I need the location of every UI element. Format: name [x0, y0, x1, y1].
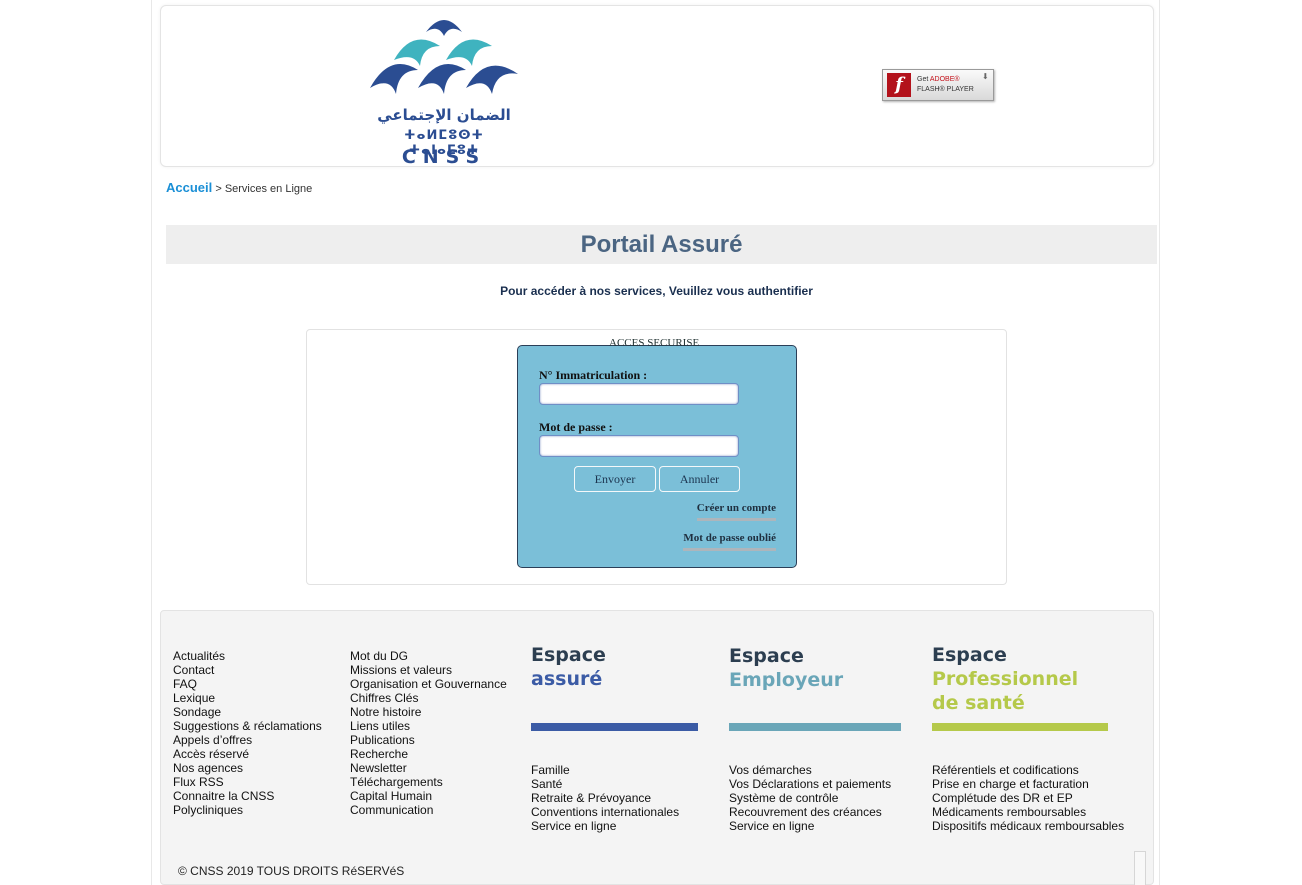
copyright-text: © CNSS 2019 TOUS DROITS RéSERVéS — [178, 864, 405, 878]
flash-icon: f — [887, 73, 911, 97]
password-input[interactable] — [539, 435, 739, 457]
espace-assure-bar — [531, 723, 698, 731]
footer-link[interactable]: Actualités — [173, 649, 322, 663]
footer-link[interactable]: Recherche — [350, 747, 507, 761]
footer-link[interactable]: Chiffres Clés — [350, 691, 507, 705]
footer-link[interactable]: Missions et valeurs — [350, 663, 507, 677]
espace-assure-line1: Espace — [531, 644, 606, 666]
scroll-handle[interactable] — [1134, 851, 1146, 885]
site-header: الضمان الإجتماعي ⵜⴰⵍⵎⵓⵙⵜ ⵜⴰⵏⴰⵎⵓⵜ CNSS f … — [160, 5, 1154, 168]
espace-sante-link[interactable]: Complétude des DR et EP — [932, 791, 1124, 805]
espace-sante-line1: Espace — [932, 644, 1007, 666]
espace-sante-heading[interactable]: Espace Professionnel de santé — [932, 643, 1078, 715]
create-account-link[interactable]: Créer un compte — [696, 502, 776, 521]
footer-link[interactable]: Mot du DG — [350, 649, 507, 663]
footer-link[interactable]: Notre histoire — [350, 705, 507, 719]
flash-get-text: Get — [917, 76, 929, 83]
footer-link[interactable]: Publications — [350, 733, 507, 747]
download-arrow-icon: ⬇ — [982, 72, 989, 81]
page-container: الضمان الإجتماعي ⵜⴰⵍⵎⵓⵙⵜ ⵜⴰⵏⴰⵎⵓⵜ CNSS f … — [151, 0, 1160, 885]
footer-link[interactable]: Organisation et Gouvernance — [350, 677, 507, 691]
breadcrumb-home-link[interactable]: Accueil — [166, 180, 212, 195]
logo-arabic-text: الضمان الإجتماعي — [377, 106, 511, 124]
espace-assure-link[interactable]: Service en ligne — [531, 819, 679, 833]
login-form: ACCES SECURISE N° Immatriculation : Mot … — [517, 337, 797, 568]
immatriculation-label: N° Immatriculation : — [539, 368, 648, 382]
espace-employeur-line2: Employeur — [729, 669, 844, 691]
espace-sante-line2: Professionnel — [932, 668, 1079, 690]
site-footer: Actualités Contact FAQ Lexique Sondage S… — [160, 610, 1154, 885]
footer-links-column-1: Actualités Contact FAQ Lexique Sondage S… — [173, 649, 322, 817]
espace-sante-line3: de santé — [932, 692, 1025, 714]
cnss-logo[interactable]: الضمان الإجتماعي ⵜⴰⵍⵎⵓⵙⵜ ⵜⴰⵏⴰⵎⵓⵜ CNSS — [368, 12, 520, 168]
footer-link[interactable]: Liens utiles — [350, 719, 507, 733]
espace-employeur-heading[interactable]: Espace Employeur — [729, 644, 843, 692]
espace-assure-link[interactable]: Conventions internationales — [531, 805, 679, 819]
login-legend: ACCES SECURISE — [609, 337, 700, 349]
page-subtitle: Pour accéder à nos services, Veuillez vo… — [500, 284, 813, 298]
espace-sante-link[interactable]: Prise en charge et facturation — [932, 777, 1124, 791]
password-label: Mot de passe : — [539, 420, 613, 434]
cancel-button[interactable]: Annuler — [659, 466, 740, 492]
footer-link[interactable]: Suggestions & réclamations — [173, 719, 322, 733]
footer-link[interactable]: Contact — [173, 663, 322, 677]
footer-link[interactable]: Lexique — [173, 691, 322, 705]
espace-employeur-bar — [729, 723, 901, 731]
espace-sante-bar — [932, 723, 1108, 731]
footer-link[interactable]: Flux RSS — [173, 775, 322, 789]
espace-employeur-link[interactable]: Vos Déclarations et paiements — [729, 777, 891, 791]
login-panel: ACCES SECURISE N° Immatriculation : Mot … — [306, 329, 1007, 585]
footer-link[interactable]: Polycliniques — [173, 803, 322, 817]
espace-assure-links: Famille Santé Retraite & Prévoyance Conv… — [531, 763, 679, 833]
breadcrumb-current: Services en Ligne — [224, 183, 313, 195]
espace-employeur-link[interactable]: Système de contrôle — [729, 791, 891, 805]
footer-link[interactable]: Sondage — [173, 705, 322, 719]
flash-brand-text: ADOBE® — [929, 76, 960, 83]
espace-sante-links: Référentiels et codifications Prise en c… — [932, 763, 1124, 833]
get-flash-player-badge[interactable]: f Get ADOBE® FLASH® PLAYER ⬇ — [882, 69, 994, 101]
forgot-password-link[interactable]: Mot de passe oublié — [683, 532, 776, 551]
footer-link[interactable]: Nos agences — [173, 761, 322, 775]
espace-employeur-link[interactable]: Service en ligne — [729, 819, 891, 833]
footer-link[interactable]: Téléchargements — [350, 775, 507, 789]
espace-employeur-links: Vos démarches Vos Déclarations et paieme… — [729, 763, 891, 833]
espace-assure-link[interactable]: Retraite & Prévoyance — [531, 791, 679, 805]
footer-link[interactable]: Accès réservé — [173, 747, 322, 761]
espace-employeur-link[interactable]: Vos démarches — [729, 763, 891, 777]
breadcrumb: Accueil > Services en Ligne — [166, 180, 312, 195]
espace-sante-link[interactable]: Médicaments remboursables — [932, 805, 1124, 819]
submit-button[interactable]: Envoyer — [574, 466, 656, 492]
espace-assure-link[interactable]: Famille — [531, 763, 679, 777]
espace-sante-link[interactable]: Référentiels et codifications — [932, 763, 1124, 777]
footer-link[interactable]: Appels d’offres — [173, 733, 322, 747]
footer-link[interactable]: Newsletter — [350, 761, 507, 775]
espace-assure-heading[interactable]: Espace assuré — [531, 643, 606, 691]
espace-sante-link[interactable]: Dispositifs médicaux remboursables — [932, 819, 1124, 833]
espace-employeur-link[interactable]: Recouvrement des créances — [729, 805, 891, 819]
breadcrumb-separator: > — [215, 183, 222, 195]
flash-player-text: FLASH® PLAYER — [917, 86, 974, 93]
logo-name: CNSS — [401, 146, 487, 168]
immatriculation-input[interactable] — [539, 383, 739, 405]
footer-link[interactable]: Communication — [350, 803, 507, 817]
footer-link[interactable]: Connaitre la CNSS — [173, 789, 322, 803]
cnss-logo-arches-icon — [370, 20, 518, 94]
espace-assure-link[interactable]: Santé — [531, 777, 679, 791]
espace-employeur-line1: Espace — [729, 645, 804, 667]
page-title: Portail Assuré — [166, 225, 1157, 264]
footer-link[interactable]: Capital Humain — [350, 789, 507, 803]
espace-assure-line2: assuré — [531, 668, 603, 690]
footer-links-column-2: Mot du DG Missions et valeurs Organisati… — [350, 649, 507, 817]
footer-link[interactable]: FAQ — [173, 677, 322, 691]
